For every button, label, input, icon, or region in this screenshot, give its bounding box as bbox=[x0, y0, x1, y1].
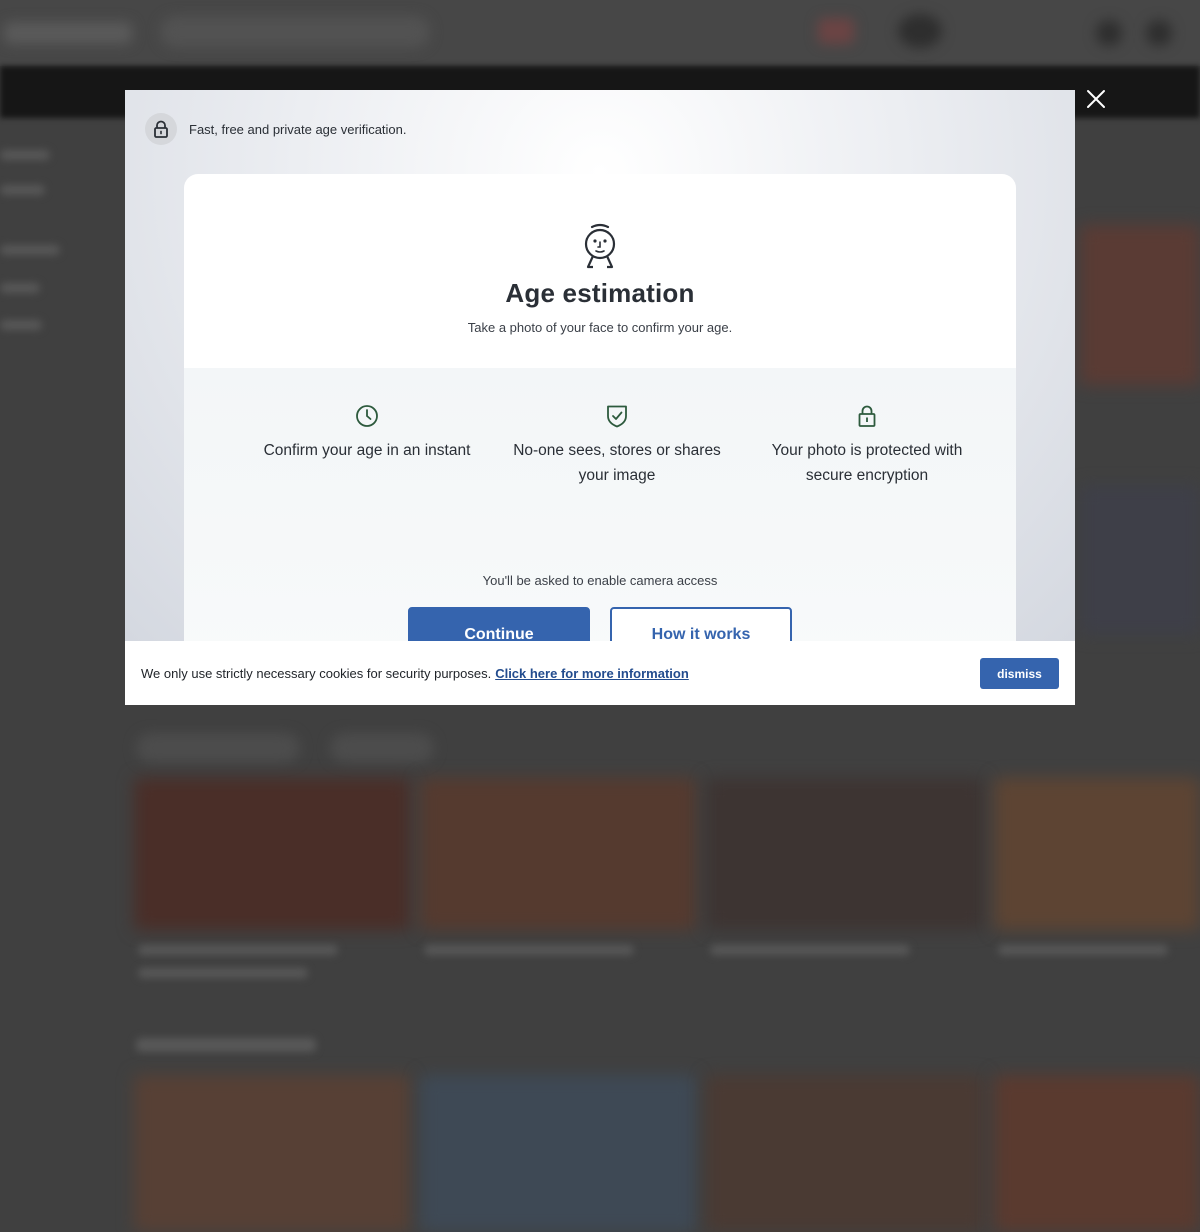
card-header: Age estimation Take a photo of your face… bbox=[184, 174, 1016, 368]
background-thumbnail bbox=[420, 1075, 696, 1232]
background-title-line bbox=[710, 945, 910, 955]
age-verification-modal: Fast, free and private age verification.… bbox=[125, 90, 1075, 641]
background-search bbox=[160, 16, 430, 48]
continue-button[interactable]: Continue bbox=[408, 607, 590, 641]
background-sidebar-line bbox=[0, 245, 60, 255]
background-sidebar-line bbox=[0, 185, 45, 195]
background-icon bbox=[1146, 20, 1172, 46]
background-avatar bbox=[898, 14, 942, 48]
lock-icon bbox=[145, 113, 177, 145]
background-pill bbox=[136, 733, 300, 763]
feature-instant: Confirm your age in an instant bbox=[252, 404, 482, 463]
feature-label: No-one sees, stores or shares your image bbox=[513, 442, 721, 484]
background-section-title bbox=[136, 1038, 316, 1052]
background-thumbnail bbox=[706, 1075, 984, 1232]
cookie-info-link[interactable]: Click here for more information bbox=[495, 666, 689, 681]
privacy-text: Fast, free and private age verification. bbox=[189, 121, 407, 137]
shield-check-icon bbox=[607, 405, 627, 428]
card-features-panel: Confirm your age in an instant No-one se… bbox=[184, 368, 1016, 641]
dismiss-button[interactable]: dismiss bbox=[980, 658, 1059, 689]
card-title: Age estimation bbox=[505, 278, 695, 308]
background-title-line bbox=[138, 945, 338, 955]
background-sidebar-line bbox=[0, 320, 42, 330]
background-sidebar-line bbox=[0, 283, 40, 293]
feature-label: Confirm your age in an instant bbox=[263, 442, 471, 459]
feature-encryption: Your photo is protected with secure encr… bbox=[752, 404, 982, 488]
how-it-works-button[interactable]: How it works bbox=[610, 607, 792, 641]
close-button[interactable] bbox=[1084, 87, 1108, 111]
cookie-message: We only use strictly necessary cookies f… bbox=[141, 665, 492, 681]
background-thumbnail bbox=[420, 778, 696, 930]
cookie-text: We only use strictly necessary cookies f… bbox=[141, 666, 689, 681]
background-thumbnail bbox=[706, 778, 984, 930]
face-icon bbox=[584, 223, 616, 269]
background-thumbnail bbox=[134, 1075, 410, 1232]
background-title-line bbox=[998, 945, 1168, 955]
card-subtitle: Take a photo of your face to confirm you… bbox=[467, 320, 733, 335]
background-badge bbox=[818, 18, 854, 44]
age-estimation-card: Age estimation Take a photo of your face… bbox=[184, 174, 1016, 641]
background-thumbnail bbox=[1080, 485, 1200, 635]
cookie-banner: We only use strictly necessary cookies f… bbox=[125, 641, 1075, 705]
background-thumbnail bbox=[134, 778, 410, 930]
feature-privacy: No-one sees, stores or shares your image bbox=[502, 404, 732, 488]
background-pill bbox=[330, 733, 434, 763]
camera-access-note: You'll be asked to enable camera access bbox=[482, 573, 718, 588]
background-icon bbox=[1096, 20, 1122, 46]
background-title-line bbox=[138, 968, 308, 978]
background-logo bbox=[4, 22, 132, 44]
background-thumbnail bbox=[994, 1075, 1200, 1232]
clock-icon bbox=[356, 405, 378, 427]
background-sidebar-line bbox=[0, 150, 50, 160]
lock-icon bbox=[858, 405, 876, 427]
privacy-notice: Fast, free and private age verification. bbox=[145, 113, 407, 145]
background-thumbnail bbox=[994, 778, 1200, 930]
background-title-line bbox=[424, 945, 634, 955]
background-thumbnail bbox=[1080, 225, 1200, 385]
close-icon bbox=[1087, 90, 1105, 108]
feature-label: Your photo is protected with secure encr… bbox=[771, 442, 963, 484]
